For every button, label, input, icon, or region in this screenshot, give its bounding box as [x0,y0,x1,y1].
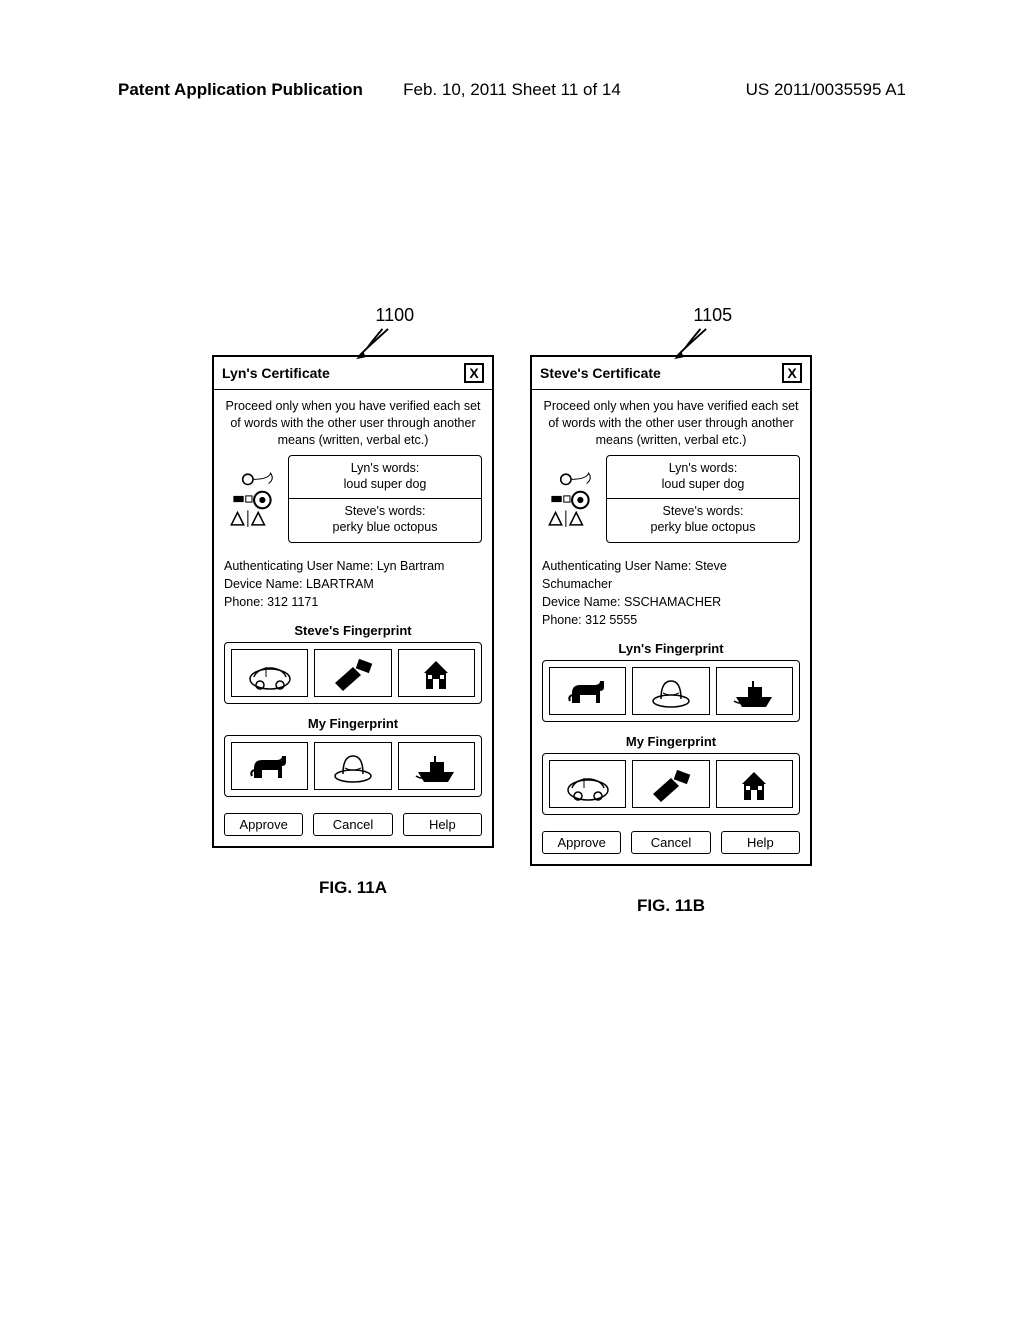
ship-icon [716,667,793,715]
dialog-title: Steve's Certificate [540,365,661,381]
ship-icon [398,742,475,790]
ref-callout-1105: 1105 [531,305,811,355]
auth-phone: Phone: 312 1171 [224,593,482,611]
steve-certificate-dialog: Steve's Certificate X Proceed only when … [530,355,812,866]
close-button[interactable]: X [464,363,484,383]
auth-phone: Phone: 312 5555 [542,611,800,629]
dog-icon [231,742,308,790]
my-fingerprint-frame [542,753,800,815]
dialog-title: Lyn's Certificate [222,365,330,381]
titlebar: Lyn's Certificate X [214,357,492,390]
house-icon [716,760,793,808]
auth-user: Authenticating User Name: Steve Schumach… [542,557,800,593]
auth-info: Authenticating User Name: Steve Schumach… [532,551,810,638]
ref-number: 1100 [375,305,414,326]
lyn-certificate-dialog: Lyn's Certificate X Proceed only when yo… [212,355,494,848]
auth-user: Authenticating User Name: Lyn Bartram [224,557,482,575]
words-lyn-label: Lyn's words: [293,460,477,476]
approve-button[interactable]: Approve [542,831,621,854]
other-fingerprint-heading: Steve's Fingerprint [214,619,492,642]
other-fingerprint-frame [224,642,482,704]
words-lyn: Lyn's words: loud super dog [607,456,799,499]
ref-callout-1100: 1100 [213,305,493,355]
figure-caption-11a: FIG. 11A [319,878,387,898]
house-icon [398,649,475,697]
instructions-text: Proceed only when you have verified each… [214,390,492,455]
words-lyn: Lyn's words: loud super dog [289,456,481,499]
communication-icon [224,455,280,543]
hammer-icon [632,760,709,808]
titlebar: Steve's Certificate X [532,357,810,390]
words-steve: Steve's words: perky blue octopus [289,498,481,542]
words-lyn-value: loud super dog [293,476,477,492]
words-steve-label: Steve's words: [611,503,795,519]
my-fingerprint-heading: My Fingerprint [532,730,810,753]
my-fingerprint-heading: My Fingerprint [214,712,492,735]
car-icon [549,760,626,808]
hammer-icon [314,649,391,697]
words-steve-value: perky blue octopus [293,519,477,535]
figures-row: 1100 Lyn's Certificate X Proceed only wh… [0,305,1024,916]
button-row: Approve Cancel Help [214,805,492,846]
words-steve-label: Steve's words: [293,503,477,519]
close-button[interactable]: X [782,363,802,383]
instructions-text: Proceed only when you have verified each… [532,390,810,455]
dog-icon [549,667,626,715]
cancel-button[interactable]: Cancel [313,813,392,836]
lead-line-arrow-icon [353,327,393,361]
auth-device: Device Name: LBARTRAM [224,575,482,593]
page-header: Patent Application Publication Feb. 10, … [0,80,1024,100]
figure-11b-column: 1105 Steve's Certificate X Proceed only … [530,305,812,916]
auth-device: Device Name: SSCHAMACHER [542,593,800,611]
words-box: Lyn's words: loud super dog Steve's word… [288,455,482,543]
words-steve-value: perky blue octopus [611,519,795,535]
help-button[interactable]: Help [721,831,800,854]
button-row: Approve Cancel Help [532,823,810,864]
auth-info: Authenticating User Name: Lyn Bartram De… [214,551,492,619]
figure-caption-11b: FIG. 11B [637,896,705,916]
words-steve: Steve's words: perky blue octopus [607,498,799,542]
other-fingerprint-frame [542,660,800,722]
words-row: Lyn's words: loud super dog Steve's word… [214,455,492,551]
figure-11a-column: 1100 Lyn's Certificate X Proceed only wh… [212,305,494,916]
car-icon [231,649,308,697]
hat-icon [632,667,709,715]
approve-button[interactable]: Approve [224,813,303,836]
words-row: Lyn's words: loud super dog Steve's word… [532,455,810,551]
header-right: US 2011/0035595 A1 [746,80,906,100]
help-button[interactable]: Help [403,813,482,836]
communication-icon [542,455,598,543]
my-fingerprint-frame [224,735,482,797]
words-lyn-value: loud super dog [611,476,795,492]
words-box: Lyn's words: loud super dog Steve's word… [606,455,800,543]
ref-number: 1105 [693,305,732,326]
lead-line-arrow-icon [671,327,711,361]
words-lyn-label: Lyn's words: [611,460,795,476]
hat-icon [314,742,391,790]
cancel-button[interactable]: Cancel [631,831,710,854]
header-left: Patent Application Publication [118,80,363,100]
other-fingerprint-heading: Lyn's Fingerprint [532,637,810,660]
